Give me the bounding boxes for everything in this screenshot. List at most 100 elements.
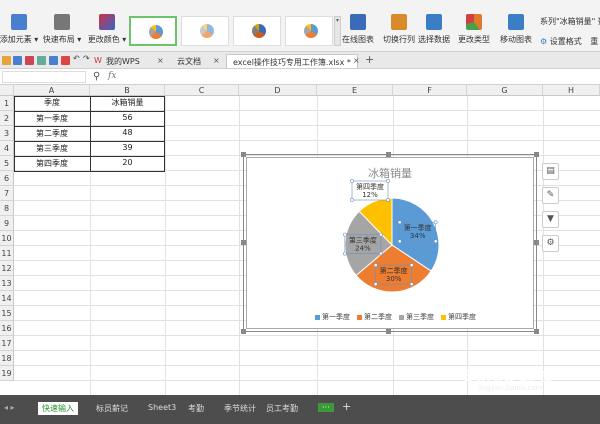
column-header[interactable]: B [90,85,165,96]
close-icon[interactable]: × [157,56,164,65]
chart-filter-icon[interactable]: ▼ [542,211,559,228]
sheet-tab[interactable]: 标员薪记 [96,403,128,414]
label-handle[interactable] [397,220,402,225]
sheet-tab[interactable]: 季节统计 [224,403,256,414]
label-handle[interactable] [378,232,383,237]
row-header[interactable]: 2 [0,111,14,126]
column-header[interactable]: G [467,85,543,96]
resize-handle[interactable] [241,329,246,334]
table-cell[interactable]: 第三季度 [14,143,90,154]
table-header-cell[interactable]: 冰箱销量 [90,97,165,108]
sheet-tab[interactable]: 考勤 [188,403,204,414]
close-icon[interactable]: × [353,56,360,65]
table-cell[interactable]: 39 [90,143,165,152]
label-handle[interactable] [433,220,438,225]
chart-style-thumb-4[interactable] [285,16,333,46]
save-icon[interactable] [13,56,22,65]
chart-style-thumb-1[interactable] [129,16,177,46]
preview-icon[interactable] [49,56,58,65]
label-handle[interactable] [373,263,378,267]
move-chart-button[interactable]: 移动图表 [500,0,532,52]
row-header[interactable]: 7 [0,186,14,201]
pie-chart[interactable]: 冰箱销量 第一季度 34% 第二季度 30% 第三季度 24% 第四季度 12% 第一季度 第… [246,157,534,329]
row-header[interactable]: 9 [0,216,14,231]
add-element-button[interactable]: 添加元素 ▾ [0,0,38,52]
add-sheet-icon[interactable]: + [342,400,351,413]
gallery-scroll-button[interactable]: ▾ [334,16,341,46]
more-sheets-icon[interactable]: ··· [318,403,334,412]
label-handle[interactable] [350,179,354,183]
label-handle[interactable] [350,198,354,202]
label-handle[interactable] [378,251,383,256]
change-color-button[interactable]: 更改颜色 ▾ [88,0,126,52]
label-handle[interactable] [342,251,347,256]
spreadsheet-grid[interactable]: A B C D E F G H 1 2 3 4 5 6 7 8 9 10 11 12 13 14 15 16 1… [0,85,600,395]
label-handle[interactable] [409,263,414,267]
row-header[interactable]: 6 [0,171,14,186]
sheet-tab[interactable]: Sheet3 [148,403,176,412]
column-header[interactable]: H [543,85,600,96]
column-header[interactable]: C [165,85,239,96]
row-header[interactable]: 11 [0,246,14,261]
row-header[interactable]: 12 [0,261,14,276]
tab-workbook[interactable]: excel操作技巧专用工作簿.xlsx * [226,54,358,68]
table-cell[interactable]: 56 [90,113,165,122]
legend-item[interactable]: 第三季度 [399,312,434,322]
label-handle[interactable] [409,282,414,286]
resize-handle[interactable] [534,329,539,334]
row-header[interactable]: 17 [0,336,14,351]
formula-input[interactable] [124,71,594,83]
row-header[interactable]: 3 [0,126,14,141]
undo-icon[interactable]: ↶ [73,54,82,63]
label-handle[interactable] [433,239,438,244]
reset-style-button[interactable]: 重 [590,37,598,46]
fx-icon[interactable]: fx [108,71,116,81]
row-header[interactable]: 14 [0,291,14,306]
column-header[interactable]: D [239,85,317,96]
select-data-button[interactable]: 选择数据 [418,0,450,52]
select-all-corner[interactable] [0,85,14,96]
row-header[interactable]: 4 [0,141,14,156]
name-box[interactable] [2,71,86,83]
chart-settings-icon[interactable]: ⚙ [542,235,559,252]
label-handle[interactable] [373,282,378,286]
row-header[interactable]: 18 [0,351,14,366]
row-header[interactable]: 19 [0,366,14,381]
chart-legend[interactable]: 第一季度 第二季度 第三季度 第四季度 [315,312,476,322]
legend-item[interactable]: 第一季度 [315,312,350,322]
set-format-button[interactable]: ⚙ 设置格式 重 [540,36,598,47]
online-chart-button[interactable]: 在线图表 [342,0,374,52]
sheet-tab[interactable]: 员工考勤 [266,403,298,414]
column-header[interactable]: A [14,85,90,96]
label-handle[interactable] [386,198,390,202]
new-tab-icon[interactable]: + [365,53,374,66]
change-type-button[interactable]: 更改类型 [458,0,490,52]
column-header[interactable]: F [393,85,467,96]
row-header[interactable]: 10 [0,231,14,246]
label-handle[interactable] [397,239,402,244]
label-handle[interactable] [342,232,347,237]
resize-handle[interactable] [386,329,391,334]
row-header[interactable]: 13 [0,276,14,291]
spellcheck-icon[interactable] [61,56,70,65]
pdf-icon[interactable] [25,56,34,65]
sheet-tab[interactable]: 快速输入 [38,402,78,415]
pie-chart-svg[interactable]: 第一季度34% 第二季度30% 第三季度24% 第四季度12% [247,158,535,308]
series-selector-dropdown[interactable]: 系列"冰箱销量" 数 [540,16,600,27]
table-cell[interactable]: 第一季度 [14,113,90,124]
open-folder-icon[interactable] [2,56,11,65]
close-icon[interactable]: × [213,56,220,65]
data-label-4[interactable]: 第四季度12% [350,179,390,202]
table-cell[interactable]: 48 [90,128,165,137]
switch-row-col-button[interactable]: 切换行列 [383,0,415,52]
tab-cloud-docs[interactable]: 云文档 [171,54,207,68]
table-header-cell[interactable]: 季度 [14,97,90,108]
column-header[interactable]: E [317,85,393,96]
table-cell[interactable]: 第二季度 [14,128,90,139]
quick-layout-button[interactable]: 快速布局 ▾ [42,0,82,52]
table-cell[interactable]: 第四季度 [14,158,90,169]
chart-style-icon[interactable]: ✎ [542,187,559,204]
redo-icon[interactable]: ↷ [83,54,92,63]
chart-style-thumb-2[interactable] [181,16,229,46]
legend-item[interactable]: 第四季度 [441,312,476,322]
